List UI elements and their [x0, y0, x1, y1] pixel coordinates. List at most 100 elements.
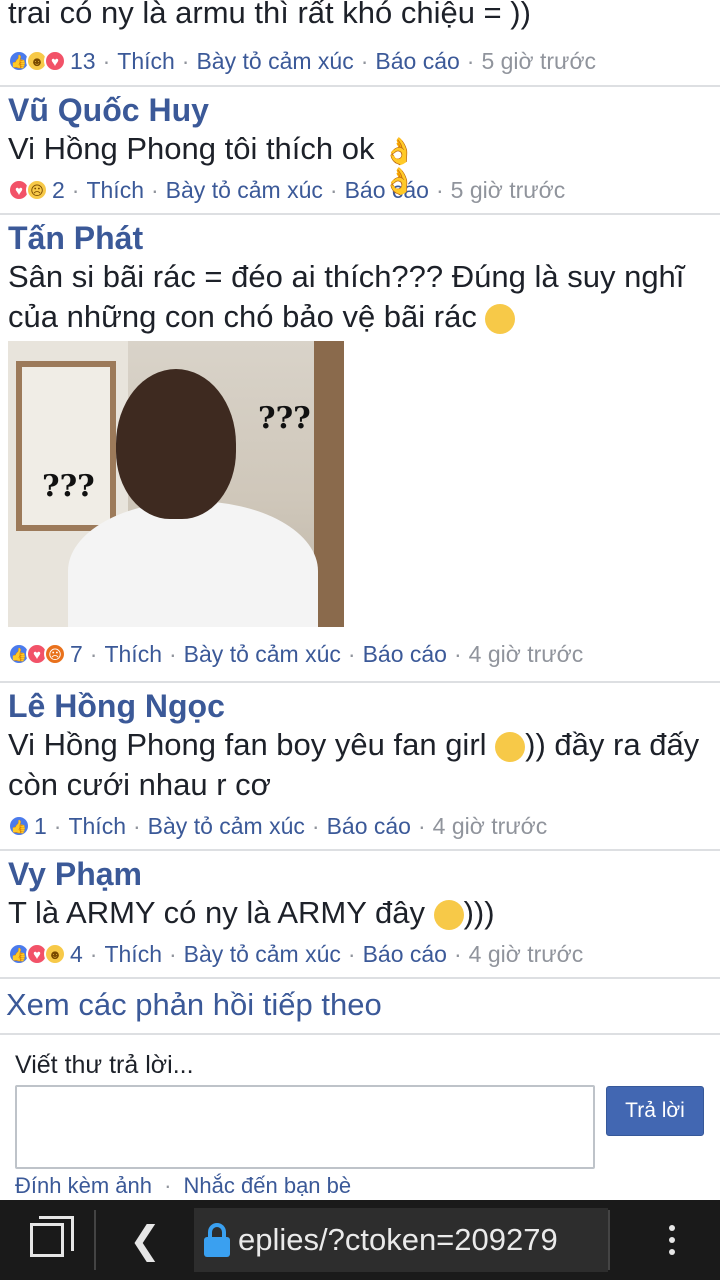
more-vert-icon	[669, 1225, 675, 1255]
separator: ·	[102, 47, 111, 74]
separator: ·	[347, 640, 356, 667]
reaction-count[interactable]: 4	[70, 941, 83, 968]
reply-input[interactable]	[15, 1085, 595, 1169]
comment-body: Vi Hồng Phong tôi thích ok 👌 👌	[8, 129, 712, 196]
tabs-icon	[30, 1216, 74, 1257]
angry-reaction-icon: ☹	[44, 643, 66, 665]
page: trai có ny là armu thì rất khó chiệu = )…	[0, 0, 720, 1280]
react-link[interactable]: Bày tỏ cảm xúc	[196, 48, 353, 75]
toolbar-divider	[608, 1210, 610, 1270]
love-reaction-icon: ♥	[44, 50, 66, 72]
separator: ·	[453, 940, 462, 967]
separator: ·	[347, 940, 356, 967]
reaction-count[interactable]: 1	[34, 813, 47, 840]
reply-label: Viết thư trả lời...	[15, 1051, 194, 1079]
smile-emoji-icon	[495, 731, 526, 762]
comment: trai có ny là armu thì rất khó chiệu = )…	[0, 0, 720, 87]
separator: ·	[417, 812, 426, 839]
separator: ·	[71, 176, 80, 203]
reaction-summary[interactable]: 👍 ♥ ☹	[8, 643, 66, 665]
menu-button[interactable]	[624, 1200, 720, 1280]
comment-meta: 👍 1 · Thích · Bày tỏ cảm xúc · Báo cáo ·…	[8, 805, 712, 847]
react-link[interactable]: Bày tỏ cảm xúc	[184, 641, 341, 668]
comment-text: Vi Hồng Phong fan boy yêu fan girl	[8, 727, 487, 762]
comment-author[interactable]: Vy Phạm	[8, 855, 712, 893]
react-link[interactable]: Bày tỏ cảm xúc	[148, 813, 305, 840]
like-link[interactable]: Thích	[104, 941, 162, 968]
separator: ·	[453, 640, 462, 667]
reaction-summary[interactable]: ♥ ☹	[8, 179, 48, 201]
report-link[interactable]: Báo cáo	[363, 941, 447, 968]
report-link[interactable]: Báo cáo	[375, 48, 459, 75]
comment: Vũ Quốc Huy Vi Hồng Phong tôi thích ok 👌…	[0, 87, 720, 215]
like-link[interactable]: Thích	[117, 48, 175, 75]
url-text: eplies/?ctoken=209279	[238, 1222, 558, 1257]
comment: Tấn Phát Sân si bãi rác = đéo ai thích??…	[0, 215, 720, 683]
reaction-summary[interactable]: 👍 ♥ ☻	[8, 943, 66, 965]
photo-door	[314, 341, 344, 627]
more-replies-link[interactable]: Xem các phản hồi tiếp theo	[0, 979, 720, 1035]
comment-author[interactable]: Lê Hồng Ngọc	[8, 687, 712, 725]
comment-time: 5 giờ trước	[450, 176, 566, 203]
comment-body: Sân si bãi rác = đéo ai thích??? Đúng là…	[8, 257, 712, 337]
separator: ·	[151, 176, 159, 203]
back-button[interactable]: ❮	[96, 1200, 194, 1280]
separator: ·	[53, 812, 62, 839]
like-link[interactable]: Thích	[86, 177, 144, 204]
comment-body: trai có ny là armu thì rất khó chiệu = )…	[8, 0, 531, 30]
separator: ·	[466, 47, 475, 74]
reaction-count[interactable]: 13	[70, 48, 96, 75]
separator: ·	[360, 47, 369, 74]
comment-text: T là ARMY có ny là ARMY đây	[8, 895, 425, 930]
photo-shirt	[68, 501, 318, 627]
reaction-count[interactable]: 2	[52, 177, 65, 204]
report-link[interactable]: Báo cáo	[327, 813, 411, 840]
separator: ·	[164, 1173, 172, 1198]
back-icon: ❮	[129, 1219, 161, 1262]
comment-photo[interactable]: ??? ???	[8, 341, 344, 627]
reply-button[interactable]: Trả lời	[606, 1086, 704, 1136]
browser-toolbar: ❮ eplies/?ctoken=209279	[0, 1200, 720, 1280]
comment-meta: 👍 ♥ ☹ 7 · Thích · Bày tỏ cảm xúc · Báo c…	[8, 633, 712, 675]
mention-friends-link[interactable]: Nhắc đến bạn bè	[184, 1173, 352, 1198]
like-link[interactable]: Thích	[68, 813, 126, 840]
separator: ·	[169, 640, 177, 667]
photo-frame	[16, 361, 116, 531]
smile-emoji-icon	[433, 899, 464, 930]
like-link[interactable]: Thích	[104, 641, 162, 668]
report-link[interactable]: Báo cáo	[363, 641, 447, 668]
comment-author[interactable]: Tấn Phát	[8, 219, 712, 257]
reply-options: Đính kèm ảnh · Nhắc đến bạn bè	[15, 1173, 351, 1199]
comment-body: Vi Hồng Phong fan boy yêu fan girl )) đầ…	[8, 725, 712, 805]
photo-question-marks: ???	[42, 469, 95, 504]
comment: Vy Phạm T là ARMY có ny là ARMY đây ))) …	[0, 851, 720, 979]
photo-question-marks: ???	[258, 401, 311, 436]
react-link[interactable]: Bày tỏ cảm xúc	[184, 941, 341, 968]
address-bar[interactable]: eplies/?ctoken=209279	[194, 1208, 608, 1272]
reaction-summary[interactable]: 👍 ☻ ♥	[8, 50, 66, 72]
tabs-button[interactable]	[0, 1200, 94, 1280]
ok-hand-emoji-icon: 👌 👌	[383, 135, 416, 196]
comment-text: Sân si bãi rác = đéo ai thích??? Đúng là…	[8, 259, 685, 334]
separator: ·	[89, 640, 98, 667]
separator: ·	[181, 47, 190, 74]
separator: ·	[89, 940, 98, 967]
separator: ·	[329, 176, 338, 203]
comment-meta: 👍 ☻ ♥ 13 · Thích · Bày tỏ cảm xúc · Báo …	[8, 40, 596, 82]
comment: Lê Hồng Ngọc Vi Hồng Phong fan boy yêu f…	[0, 683, 720, 851]
sad-reaction-icon: ☹	[26, 179, 48, 201]
reaction-count[interactable]: 7	[70, 641, 83, 668]
lock-icon	[204, 1223, 230, 1257]
like-reaction-icon: 👍	[8, 815, 30, 837]
separator: ·	[133, 812, 141, 839]
attach-photo-link[interactable]: Đính kèm ảnh	[15, 1173, 152, 1198]
reaction-summary[interactable]: 👍	[8, 815, 30, 837]
separator: ·	[169, 940, 177, 967]
comment-time: 5 giờ trước	[481, 47, 597, 74]
reply-composer: Viết thư trả lời... Trả lời Đính kèm ảnh…	[0, 1035, 720, 1201]
comment-author[interactable]: Vũ Quốc Huy	[8, 91, 712, 129]
comment-text: Vi Hồng Phong tôi thích ok	[8, 131, 375, 166]
react-link[interactable]: Bày tỏ cảm xúc	[166, 177, 323, 204]
haha-reaction-icon: ☻	[44, 943, 66, 965]
separator: ·	[435, 176, 444, 203]
